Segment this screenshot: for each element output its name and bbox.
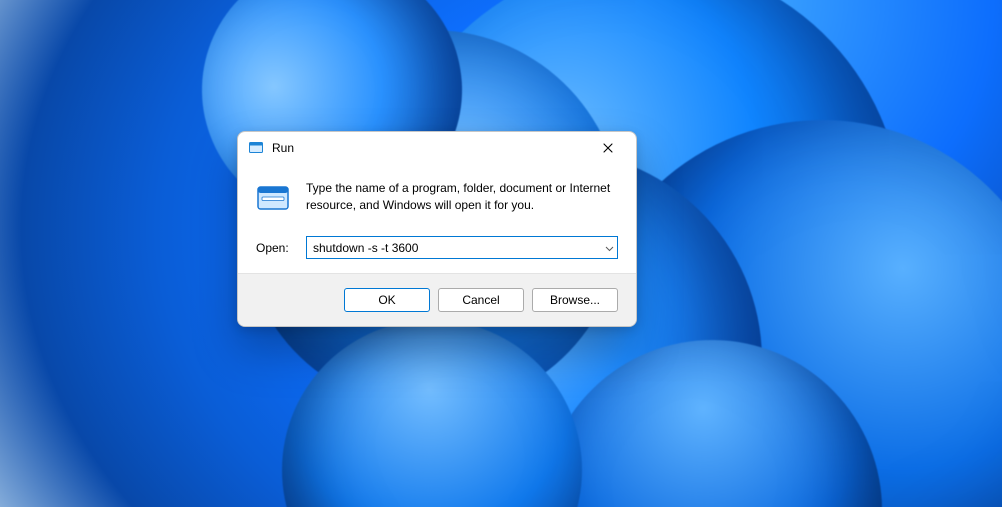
run-dialog: Run Type the name of a program, folder, … (237, 131, 637, 327)
dialog-body: Type the name of a program, folder, docu… (238, 164, 636, 273)
dialog-description: Type the name of a program, folder, docu… (306, 180, 618, 214)
titlebar[interactable]: Run (238, 132, 636, 164)
command-combobox[interactable] (306, 236, 618, 259)
run-app-icon (256, 182, 290, 216)
close-button[interactable] (586, 134, 630, 162)
button-bar: OK Cancel Browse... (238, 273, 636, 326)
cancel-button[interactable]: Cancel (438, 288, 524, 312)
command-input[interactable] (306, 236, 618, 259)
open-label: Open: (256, 241, 292, 255)
ok-button[interactable]: OK (344, 288, 430, 312)
dialog-title: Run (272, 141, 586, 155)
browse-button[interactable]: Browse... (532, 288, 618, 312)
run-title-icon (248, 140, 264, 156)
